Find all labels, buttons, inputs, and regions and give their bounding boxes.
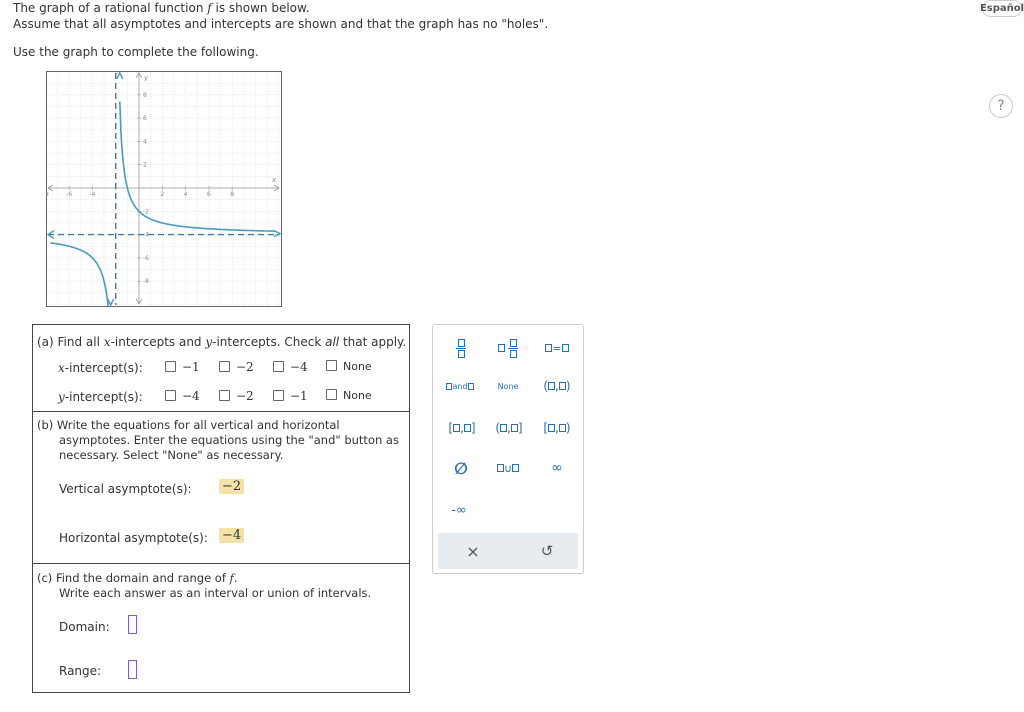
checkbox[interactable]	[326, 360, 337, 371]
part-b-prompt: (b) Write the equations for all vertical…	[37, 418, 399, 462]
y-tick-label: -6	[143, 255, 149, 262]
fraction-key[interactable]	[447, 335, 475, 361]
and-key[interactable]: and	[439, 375, 481, 397]
palette-action-bar: × ↺	[438, 533, 578, 569]
x-tick-label: 8	[230, 191, 234, 198]
right-open-interval-key[interactable]: [,)	[537, 417, 577, 439]
checkbox[interactable]	[219, 390, 230, 401]
y-intercept-option-2[interactable]: −2	[219, 389, 254, 403]
closed-interval-key[interactable]: [,]	[439, 417, 485, 439]
x-tick-label: -4	[89, 191, 95, 198]
question-header: The graph of a rational function f is sh…	[13, 0, 548, 32]
part-b-panel: (b) Write the equations for all vertical…	[32, 411, 410, 564]
y-tick-label: 4	[143, 138, 147, 145]
left-open-interval-key[interactable]: (,]	[489, 417, 529, 439]
mixed-number-key[interactable]	[491, 335, 525, 361]
checkbox[interactable]	[165, 390, 176, 401]
y-intercepts-label: y-intercept(s):	[58, 390, 143, 404]
espanol-button[interactable]: Español	[980, 0, 1024, 17]
checkbox[interactable]	[273, 361, 284, 372]
clear-icon[interactable]: ×	[458, 539, 488, 563]
domain-label: Domain:	[59, 620, 110, 634]
vertical-asymptote-answer[interactable]: −2	[219, 479, 245, 494]
y-intercept-option-1[interactable]: −4	[165, 389, 200, 403]
x-intercept-option-2[interactable]: −2	[219, 360, 254, 374]
x-tick-label: 4	[184, 191, 188, 198]
checkbox[interactable]	[273, 390, 284, 401]
horizontal-asymptote-answer[interactable]: −4	[219, 528, 245, 543]
y-tick-label: 8	[143, 92, 147, 99]
x-tick-label: 2	[160, 191, 164, 198]
x-intercept-option-3[interactable]: −4	[273, 360, 308, 374]
y-tick-label: -8	[143, 278, 149, 285]
x-intercept-option-1[interactable]: −1	[165, 360, 200, 374]
y-axis-label: y	[143, 74, 149, 82]
domain-input[interactable]	[128, 615, 137, 634]
part-a-prompt: (a) Find all x-intercepts and y-intercep…	[37, 335, 407, 349]
x-tick-label: -6	[66, 191, 72, 198]
y-tick-label: 2	[143, 162, 147, 169]
math-palette: = and None (,) [,] (,] [,) ∅ ∪ ∞ -∞ × ↺	[432, 324, 584, 574]
range-input[interactable]	[128, 660, 137, 679]
open-interval-key[interactable]: (,)	[537, 375, 577, 397]
union-key[interactable]: ∪	[491, 457, 525, 479]
x-tick-label: 6	[207, 191, 211, 198]
x-intercepts-label: x-intercept(s):	[58, 361, 143, 375]
range-label: Range:	[59, 664, 102, 678]
rational-function-graph: -8-6-424688642-2-4-6-8xy	[46, 71, 282, 307]
y-tick-label: -2	[143, 208, 149, 215]
question-line-1: The graph of a rational function f is sh…	[13, 1, 310, 15]
checkbox[interactable]	[165, 361, 176, 372]
y-tick-label: 6	[143, 115, 147, 122]
x-tick-label: -8	[46, 191, 49, 198]
part-c-panel: (c) Find the domain and range of f. Writ…	[32, 563, 410, 693]
y-intercept-option-3[interactable]: −1	[273, 389, 308, 403]
help-icon[interactable]: ?	[989, 94, 1013, 118]
undo-icon[interactable]: ↺	[532, 539, 562, 563]
checkbox[interactable]	[219, 361, 230, 372]
vertical-asymptote-label: Vertical asymptote(s):	[59, 482, 192, 496]
part-c-prompt: (c) Find the domain and range of f. Writ…	[37, 571, 372, 600]
infinity-key[interactable]: ∞	[543, 457, 571, 479]
x-intercept-none-option[interactable]: None	[326, 360, 372, 373]
horizontal-asymptote-label: Horizontal asymptote(s):	[59, 531, 208, 545]
y-intercept-none-option[interactable]: None	[326, 389, 372, 402]
checkbox[interactable]	[326, 389, 337, 400]
x-axis-label: x	[271, 176, 277, 184]
part-a-panel: (a) Find all x-intercepts and y-intercep…	[32, 324, 410, 412]
negative-infinity-key[interactable]: -∞	[443, 499, 475, 521]
equals-key[interactable]: =	[537, 335, 577, 361]
question-line-2: Assume that all asymptotes and intercept…	[13, 17, 549, 31]
instruction-text: Use the graph to complete the following.	[13, 45, 259, 59]
none-key[interactable]: None	[491, 375, 525, 397]
empty-set-key[interactable]: ∅	[447, 457, 475, 479]
